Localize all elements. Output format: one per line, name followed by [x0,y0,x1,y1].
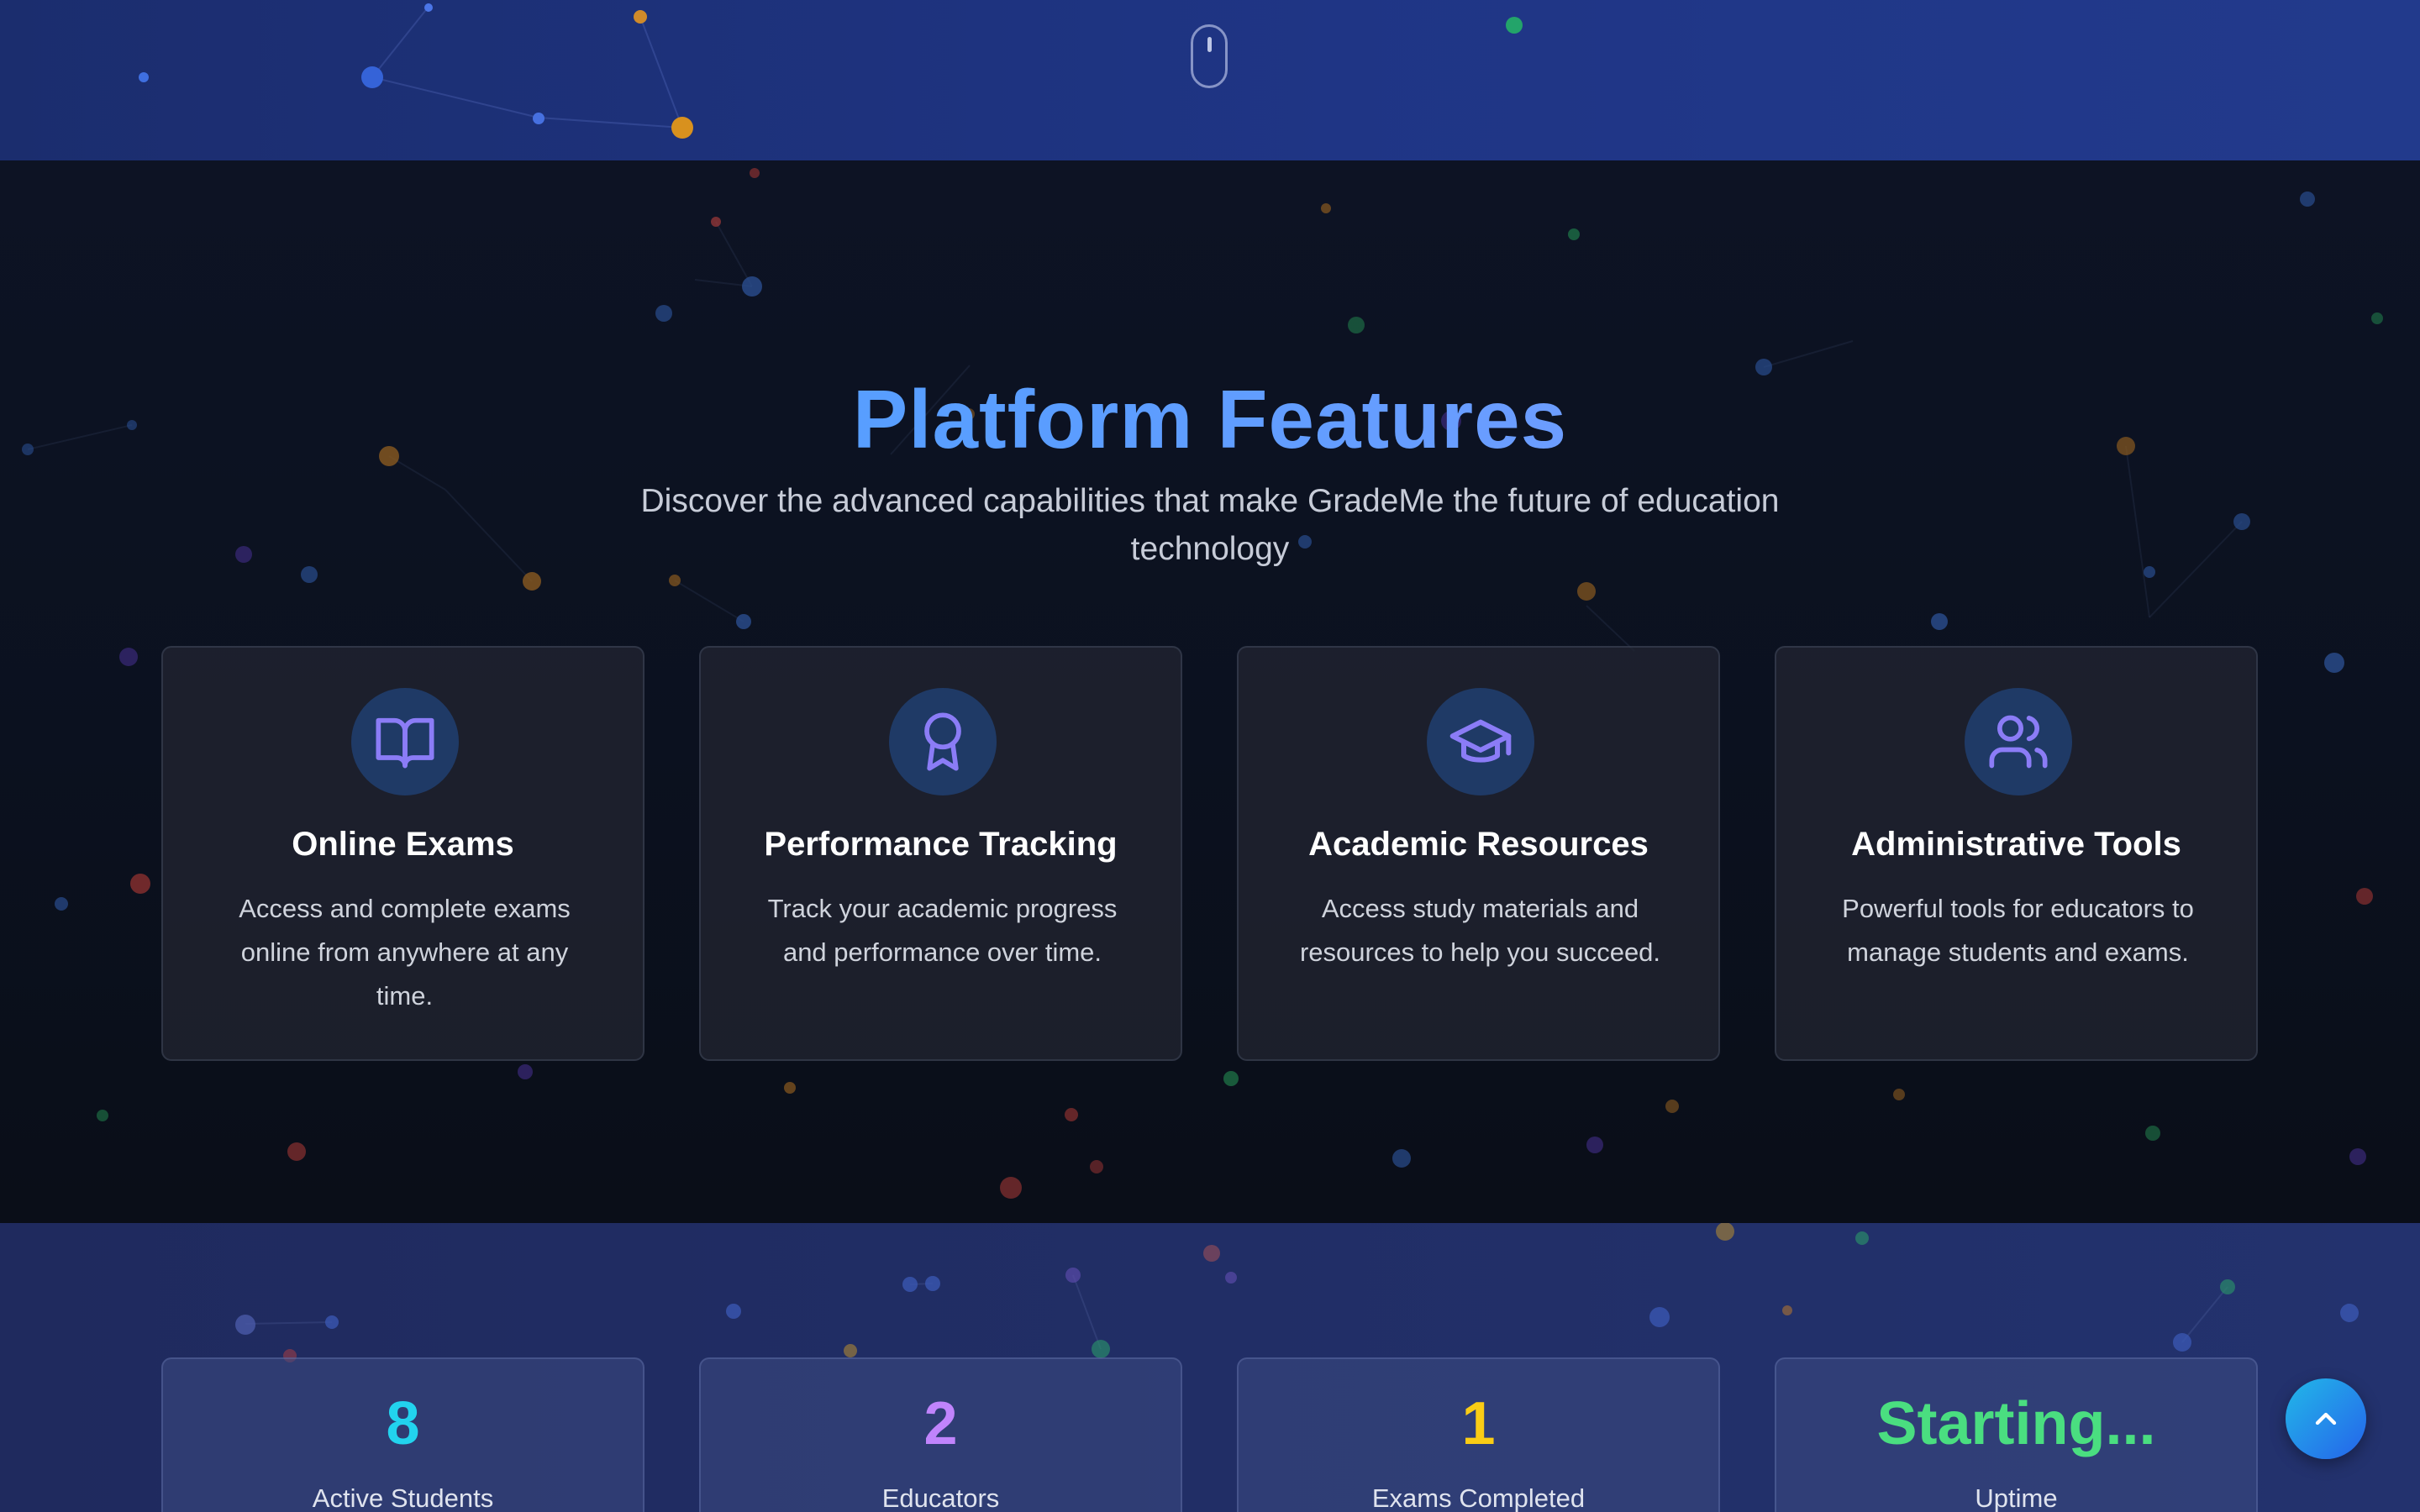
chevron-up-icon [2315,1412,2337,1425]
stat-value: 1 [1461,1390,1496,1457]
feature-description: Track your academic progress and perform… [767,894,1118,967]
stat-label: Educators [881,1483,1000,1512]
feature-title: Online Exams [292,826,514,863]
stat-label: Exams Completed [1371,1483,1586,1512]
stats-section: 8 Active Students 2 Educators 1 Exams Co… [0,1223,2420,1512]
stat-value: Starting... [1876,1390,2156,1457]
feature-description: Access and complete exams online from an… [239,894,571,1011]
feature-icon-badge [889,688,997,795]
feature-card-performance-tracking[interactable]: Performance Tracking Track your academic… [699,646,1182,1061]
feature-card-academic-resources[interactable]: Academic Resources Access study material… [1237,646,1720,1061]
hero-section-bottom [0,0,2420,160]
features-section: Platform Features Discover the advanced … [0,160,2420,1223]
award-icon [924,712,961,771]
stat-value: 2 [923,1390,958,1457]
section-subtitle: Discover the advanced capabilities that … [640,483,1780,567]
scroll-down-indicator[interactable] [1191,24,1228,88]
feature-icon-badge [1427,688,1534,795]
stat-label: Uptime [1975,1483,2058,1512]
stat-card-uptime: Starting... Uptime [1775,1357,2258,1512]
mouse-wheel-icon [1207,37,1212,52]
feature-card-online-exams[interactable]: Online Exams Access and complete exams o… [161,646,644,1061]
feature-title: Performance Tracking [764,826,1118,863]
stat-card-active-students: 8 Active Students [161,1357,644,1512]
feature-icon-badge [351,688,459,795]
stat-card-educators: 2 Educators [699,1357,1182,1512]
feature-icon-badge [1965,688,2072,795]
feature-title: Academic Resources [1308,826,1649,863]
feature-card-administrative-tools[interactable]: Administrative Tools Powerful tools for … [1775,646,2258,1061]
feature-title: Administrative Tools [1851,826,2181,863]
section-title: Platform Features [0,372,2420,467]
book-open-icon [376,717,434,769]
stat-card-exams-completed: 1 Exams Completed [1237,1357,1720,1512]
scroll-to-top-button[interactable] [2286,1378,2366,1459]
stat-value: 8 [386,1390,420,1457]
users-icon [1989,715,2048,769]
feature-description: Access study materials and resources to … [1299,894,1661,967]
stat-label: Active Students [312,1483,494,1512]
feature-description: Powerful tools for educators to manage s… [1842,894,2194,967]
graduation-cap-icon [1449,719,1512,763]
